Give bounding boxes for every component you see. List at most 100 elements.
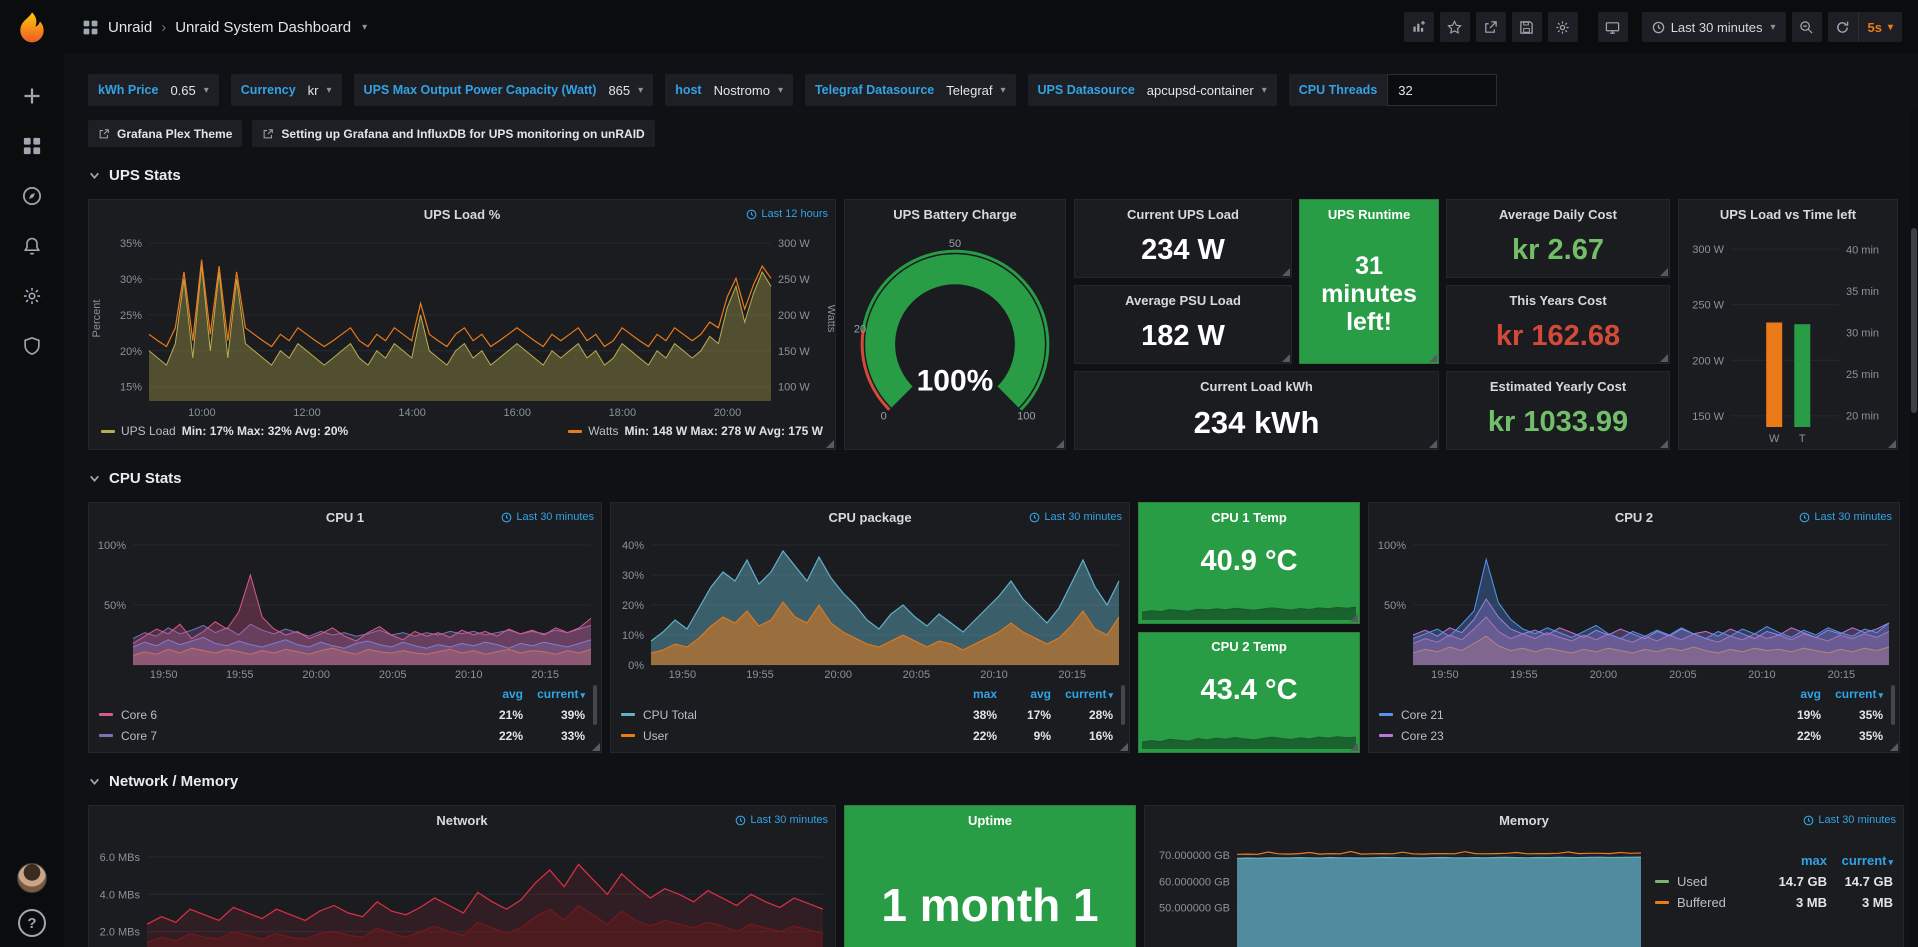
legend-scrollbar[interactable] [593,685,597,725]
star-button[interactable] [1440,12,1470,42]
svg-text:0%: 0% [628,660,644,672]
legend-header[interactable]: current▾ [523,687,585,701]
scrollbar-thumb[interactable] [1911,228,1917,413]
variable-value[interactable]: 865▾ [606,83,653,98]
time-range-badge[interactable]: Last 30 minutes [1803,814,1896,826]
panel-header[interactable]: Current UPS Load [1075,200,1291,228]
grafana-logo[interactable] [11,8,53,50]
network-chart[interactable]: 2.0 MBs4.0 MBs6.0 MBs19:5019:5520:0020:0… [89,834,835,947]
panel-header[interactable]: This Years Cost [1447,286,1669,314]
link-grafana-plex-theme[interactable]: Grafana Plex Theme [88,120,242,147]
legend-scrollbar[interactable] [1121,685,1125,725]
time-range-badge[interactable]: Last 30 minutes [1799,511,1892,523]
time-range-badge[interactable]: Last 30 minutes [735,814,828,826]
panel-header[interactable]: Memory Last 30 minutes [1145,806,1903,834]
series-name[interactable]: UPS Load [121,424,176,438]
server-admin-button[interactable] [9,326,55,366]
dashboards-button[interactable] [9,126,55,166]
cpu2-chart[interactable]: 50%100%19:5019:5520:0020:0520:1020:15 [1369,531,1899,681]
legend-header[interactable]: current▾ [1821,687,1883,701]
cycle-view-button[interactable] [1598,12,1628,42]
panel-header[interactable]: Estimated Yearly Cost [1447,372,1669,400]
memory-chart[interactable]: 50.000000 GB60.000000 GB70.000000 GB19:5… [1145,834,1651,947]
refresh-button[interactable] [1828,12,1858,42]
panel-header[interactable]: Network Last 30 minutes [89,806,835,834]
help-button[interactable]: ? [18,909,46,937]
chevron-down-icon[interactable]: ▾ [362,22,367,33]
apps-grid-icon[interactable] [82,19,99,36]
add-panel-button[interactable] [1404,12,1434,42]
section-cpu-stats[interactable]: CPU Stats [88,470,1904,487]
legend-header[interactable]: avg [467,687,523,701]
save-button[interactable] [1512,12,1542,42]
section-network-memory[interactable]: Network / Memory [88,773,1904,790]
zoom-out-button[interactable] [1792,12,1822,42]
section-ups-stats[interactable]: UPS Stats [88,167,1904,184]
panel-header[interactable]: CPU package Last 30 minutes [611,503,1129,531]
variable-ups-datasource[interactable]: UPS Datasource apcupsd-container▾ [1028,74,1277,106]
panel-header[interactable]: UPS Load vs Time left [1679,200,1897,228]
series-name[interactable]: CPU Total [641,708,943,722]
legend-scrollbar[interactable] [1891,685,1895,725]
variable-kwh-price[interactable]: kWh Price 0.65▾ [88,74,219,106]
page-scrollbar[interactable] [1910,108,1918,947]
series-name[interactable]: Core 21 [1399,708,1765,722]
panel-header[interactable]: Current Load kWh [1075,372,1438,400]
panel-header[interactable]: CPU 2 Last 30 minutes [1369,503,1899,531]
series-name[interactable]: Watts [588,424,618,438]
cpu-threads-input[interactable]: 32 [1387,74,1497,106]
refresh-interval-picker[interactable]: 5s ▾ [1858,12,1903,42]
variable-currency[interactable]: Currency kr▾ [231,74,342,106]
variable-value[interactable]: apcupsd-container▾ [1145,83,1277,98]
variable-ups-max-output[interactable]: UPS Max Output Power Capacity (Watt) 865… [354,74,654,106]
panel-header[interactable]: CPU 1 Last 30 minutes [89,503,601,531]
battery-gauge[interactable]: 02050100100% [851,228,1059,443]
time-range-badge[interactable]: Last 12 hours [746,208,828,220]
legend-header[interactable]: current▾ [1827,853,1893,868]
panel-header[interactable]: UPS Runtime [1300,200,1438,228]
time-range-picker[interactable]: Last 30 minutes ▾ [1642,12,1786,42]
ups-load-vs-time-chart[interactable]: 150 W200 W250 W300 W20 min25 min30 min35… [1683,228,1893,445]
configuration-button[interactable] [9,276,55,316]
legend-header[interactable]: current▾ [1051,687,1113,701]
panel-header[interactable]: UPS Load % Last 12 hours [89,200,835,228]
time-range-badge[interactable]: Last 30 minutes [501,511,594,523]
series-name[interactable]: Core 7 [119,729,467,743]
variable-cpu-threads[interactable]: CPU Threads 32 [1289,74,1498,106]
series-name[interactable]: Core 23 [1399,729,1765,743]
ups-load-chart[interactable]: 15%20%25%30%35%100 W150 W200 W250 W300 W… [89,228,835,419]
legend-header[interactable]: max [1761,853,1827,868]
alerting-button[interactable] [9,226,55,266]
variable-value[interactable]: 0.65▾ [168,83,218,98]
time-range-badge[interactable]: Last 30 minutes [1029,511,1122,523]
breadcrumb-folder[interactable]: Unraid [108,19,152,36]
create-button[interactable] [9,76,55,116]
breadcrumb-dashboard-title[interactable]: Unraid System Dashboard [175,19,351,36]
legend-header[interactable]: max [943,687,997,701]
legend-header[interactable]: avg [1765,687,1821,701]
panel-header[interactable]: Average PSU Load [1075,286,1291,314]
panel-header[interactable]: Uptime [845,806,1135,834]
cpu-package-chart[interactable]: 0%10%20%30%40%19:5019:5520:0020:0520:102… [611,531,1129,681]
series-name[interactable]: Buffered [1675,895,1761,910]
variable-host[interactable]: host Nostromo▾ [665,74,793,106]
series-name[interactable]: Used [1675,874,1761,889]
panel-header[interactable]: UPS Battery Charge [845,200,1065,228]
link-ups-monitoring-guide[interactable]: Setting up Grafana and InfluxDB for UPS … [252,120,654,147]
panel-header[interactable]: CPU 2 Temp [1139,633,1359,661]
breadcrumb[interactable]: Unraid › Unraid System Dashboard ▾ [82,19,367,36]
panel-header[interactable]: CPU 1 Temp [1139,503,1359,531]
cpu1-chart[interactable]: 50%100%19:5019:5520:0020:0520:1020:15 [89,531,601,681]
explore-button[interactable] [9,176,55,216]
user-avatar[interactable] [17,863,47,893]
variable-value[interactable]: Nostromo▾ [712,83,793,98]
settings-button[interactable] [1548,12,1578,42]
variable-value[interactable]: Telegraf▾ [944,83,1015,98]
series-name[interactable]: User [641,729,943,743]
variable-telegraf-datasource[interactable]: Telegraf Datasource Telegraf▾ [805,74,1016,106]
variable-value[interactable]: kr▾ [306,83,342,98]
share-button[interactable] [1476,12,1506,42]
series-name[interactable]: Core 6 [119,708,467,722]
panel-header[interactable]: Average Daily Cost [1447,200,1669,228]
legend-header[interactable]: avg [997,687,1051,701]
